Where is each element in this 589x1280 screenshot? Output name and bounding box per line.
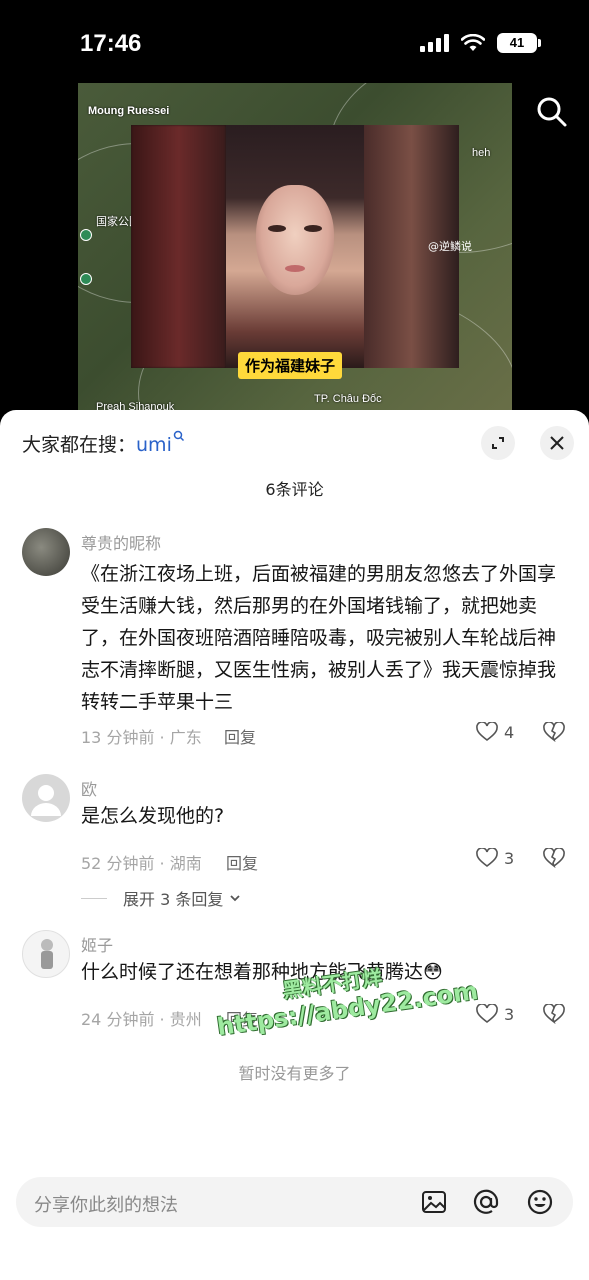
default-avatar-icon [31,785,61,816]
comment-meta: 13 分钟前 · 广东 [81,728,202,747]
map-label: TP. Châu Đốc [314,393,382,405]
emoji-icon[interactable] [526,1188,554,1216]
broken-heart-icon[interactable] [543,722,565,742]
battery-indicator: 41 [497,33,541,53]
trending-search[interactable]: 大家都在搜：umi [22,430,185,457]
avatar[interactable] [22,528,70,576]
signal-icon [420,34,449,52]
like-count: 3 [504,848,515,868]
video-watermark: @逆鳞说 [428,240,472,253]
avatar-figure-icon [41,939,53,969]
comment-count: 6条评论 [265,480,324,499]
like-button[interactable]: 3 [476,1004,514,1024]
map-pin-icon [80,273,92,285]
heart-icon [476,848,498,868]
status-bar: 17:46 41 [0,0,589,80]
like-button[interactable]: 3 [476,848,514,868]
search-icon[interactable] [532,92,572,132]
trending-search-prefix: 大家都在搜： [22,434,137,456]
reply-button[interactable]: 回复 [224,724,256,748]
comment-meta: 24 分钟前 · 贵州 [81,1010,202,1029]
sheet-header: 大家都在搜：umi [0,410,589,472]
comment-username[interactable]: 欧 [81,776,97,800]
lips [285,265,305,272]
avatar[interactable] [22,930,70,978]
no-more-comments: 暂时没有更多了 [238,1064,351,1083]
status-time: 17:46 [80,30,142,57]
eye [268,225,286,232]
like-count: 3 [504,1004,515,1024]
close-icon [550,436,564,450]
comment-username[interactable]: 尊贵的昵称 [81,530,161,554]
close-button[interactable] [540,426,574,460]
photo-left [131,125,226,368]
comment-text: 是怎么发现他的? [81,805,225,827]
trending-search-term[interactable]: umi [136,434,172,456]
comment-text: 《在浙江夜场上班，后面被福建的男朋友忽悠去了外国享受生活赚大钱，然后那男的在外国… [81,563,557,713]
reply-button[interactable]: 回复 [226,850,258,874]
like-button[interactable]: 4 [476,722,514,742]
eye [304,225,322,232]
comment-sheet: 大家都在搜：umi 6条评论 尊贵的昵称 《在浙江夜场上班，后面被福建的男朋友忽… [0,410,589,1280]
expand-replies-button[interactable]: 展开 3 条回复 [81,886,241,910]
comment-input-bar[interactable]: 分享你此刻的想法 [16,1177,573,1227]
status-icons: 41 [420,33,541,53]
image-icon[interactable] [420,1188,448,1216]
at-icon[interactable] [472,1188,500,1216]
comment-meta: 52 分钟前 · 湖南 [81,854,202,873]
expand-button[interactable] [481,426,515,460]
divider [81,897,107,899]
wifi-icon [461,34,485,51]
map-label: Moung Ruessei [88,105,170,117]
expand-icon [492,437,504,449]
face-image [256,185,334,295]
chevron-down-icon [230,895,240,902]
broken-heart-icon[interactable] [543,848,565,868]
like-count: 4 [504,722,515,742]
photo-center [226,125,364,368]
expand-replies-label: 展开 3 条回复 [123,890,224,909]
comment-username[interactable]: 姬子 [81,932,113,956]
heart-icon [476,1004,498,1024]
map-label: heh [472,147,491,159]
video-photo-collage [131,125,459,368]
comment-input-placeholder[interactable]: 分享你此刻的想法 [34,1191,178,1217]
avatar[interactable] [22,774,70,822]
map-pin-icon [80,229,92,241]
heart-icon [476,722,498,742]
video-player[interactable]: Moung Ruessei Preah Sihanouk TP. Châu Đố… [78,83,512,423]
video-caption: 作为福建妹子 [238,352,343,379]
broken-heart-icon[interactable] [543,1004,565,1024]
search-icon [173,430,184,442]
